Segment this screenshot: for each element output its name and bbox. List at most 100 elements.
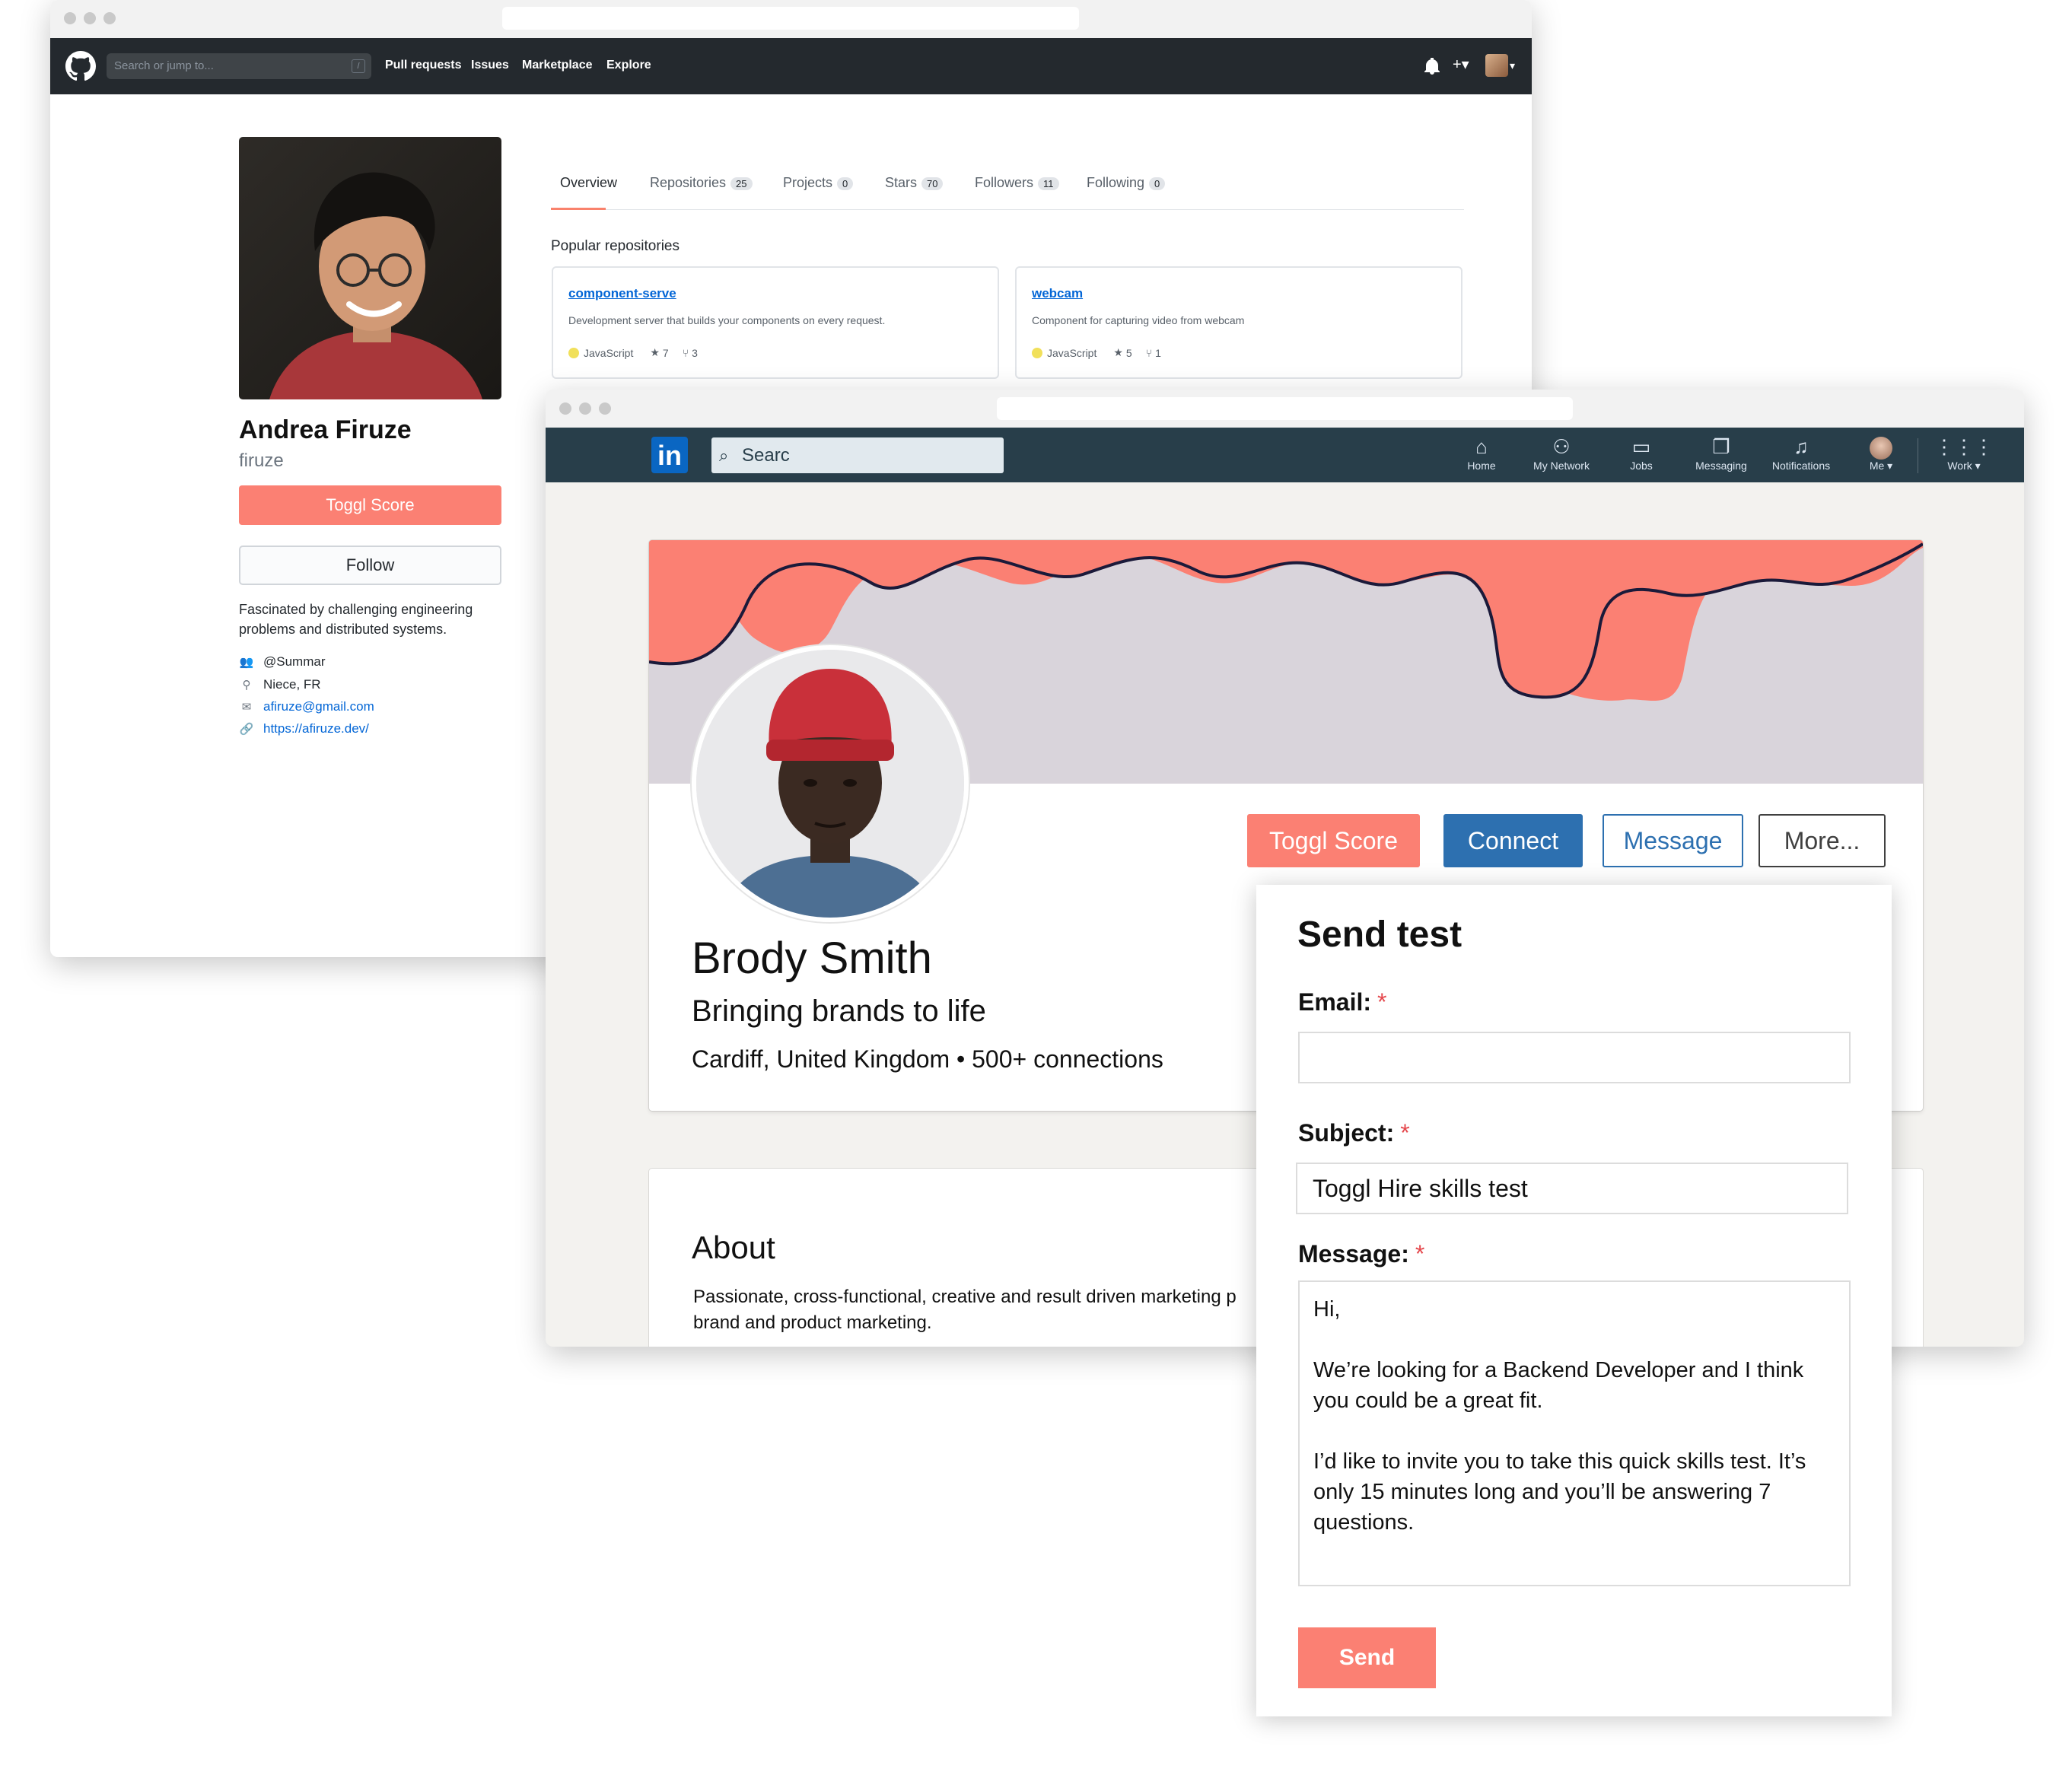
home-icon: ⌂ (1475, 435, 1488, 458)
repo-language: JavaScript (584, 346, 634, 359)
profile-org: 👥 @Summar (239, 654, 326, 670)
nav-work[interactable]: ⋮⋮⋮ Work ▾ (1926, 434, 2002, 472)
required-asterisk: * (1400, 1119, 1410, 1147)
message-field[interactable]: Hi, We’re looking for a Backend Develope… (1298, 1280, 1851, 1586)
me-avatar (1843, 434, 1919, 460)
website-link[interactable]: https://afiruze.dev/ (263, 721, 369, 736)
github-search-input[interactable]: Search or jump to... / (107, 53, 371, 79)
nav-marketplace[interactable]: Marketplace (522, 59, 593, 72)
github-logo-icon[interactable] (65, 51, 96, 81)
message-button[interactable]: Message (1603, 814, 1743, 867)
tab-label: Repositories (650, 175, 727, 190)
nav-label: Messaging (1695, 460, 1747, 472)
linkedin-search-input[interactable]: ⌕ Searc (711, 437, 1004, 473)
search-icon: ⌕ (719, 446, 729, 465)
toggl-score-button[interactable]: Toggl Score (1247, 814, 1420, 867)
email-field[interactable] (1298, 1032, 1851, 1083)
window-close-dot[interactable] (559, 402, 571, 415)
chevron-down-icon[interactable]: ▾ (1510, 59, 1515, 72)
people-icon: 👥 (239, 656, 254, 669)
profile-headline: Bringing brands to life (692, 994, 986, 1028)
address-bar[interactable] (997, 397, 1573, 420)
about-line: Passionate, cross-functional, creative a… (693, 1287, 1237, 1307)
tab-label: Followers (975, 175, 1034, 190)
tab-overview[interactable]: Overview (560, 175, 617, 191)
tab-stars[interactable]: Stars 70 (885, 175, 944, 191)
tab-count: 11 (1038, 177, 1059, 190)
repo-forks: 3 (692, 346, 698, 359)
nav-me[interactable]: Me ▾ (1843, 434, 1919, 472)
window-close-dot[interactable] (64, 12, 76, 24)
nav-label: Work (1947, 460, 1972, 472)
label-text: Subject: (1298, 1119, 1395, 1147)
org-text: @Summar (263, 654, 326, 669)
repo-description: Development server that builds your comp… (568, 314, 886, 326)
window-minimize-dot[interactable] (579, 402, 591, 415)
bell-icon: ♫ (1794, 435, 1809, 458)
required-asterisk: * (1415, 1240, 1425, 1268)
nav-label: Me (1869, 460, 1885, 472)
briefcase-icon: ▭ (1631, 435, 1651, 458)
chevron-down-icon: ▾ (1887, 460, 1893, 472)
nav-notifications[interactable]: ♫ Notifications (1763, 434, 1839, 472)
more-button[interactable]: More... (1758, 814, 1886, 867)
follow-button[interactable]: Follow (239, 546, 501, 585)
nav-home[interactable]: ⌂ Home (1443, 434, 1520, 472)
nav-pull-requests[interactable]: Pull requests (385, 59, 461, 72)
tab-count: 0 (837, 177, 854, 190)
toggl-score-button[interactable]: Toggl Score (239, 485, 501, 525)
linkedin-logo[interactable]: in (651, 437, 688, 473)
tab-label: Stars (885, 175, 918, 190)
email-label: Email: * (1298, 988, 1386, 1016)
profile-photo (239, 137, 501, 399)
address-bar[interactable] (502, 7, 1079, 30)
about-line: brand and product marketing. (693, 1312, 932, 1333)
send-button[interactable]: Send (1298, 1627, 1436, 1688)
window-maximize-dot[interactable] (103, 12, 116, 24)
repo-name-link[interactable]: webcam (1032, 286, 1083, 301)
about-title: About (692, 1229, 775, 1265)
tab-following[interactable]: Following 0 (1087, 175, 1166, 191)
mail-icon: ✉ (241, 701, 252, 714)
language-color-dot (568, 347, 579, 358)
nav-label: My Network (1533, 460, 1590, 472)
messaging-icon: ❐ (1712, 435, 1730, 458)
repo-meta: JavaScript ★ 5 ⑂ 1 (1032, 346, 1161, 359)
repo-description: Component for capturing video from webca… (1032, 314, 1245, 326)
window-maximize-dot[interactable] (599, 402, 611, 415)
profile-location-connections: Cardiff, United Kingdom • 500+ connectio… (692, 1045, 1163, 1073)
tab-repositories[interactable]: Repositories 25 (650, 175, 753, 191)
repo-name-link[interactable]: component-serve (568, 286, 676, 301)
nav-explore[interactable]: Explore (606, 59, 651, 72)
tab-selected-indicator (551, 208, 606, 210)
star-icon: ★ (650, 346, 660, 358)
profile-name: Brody Smith (692, 934, 932, 983)
tab-label: Projects (783, 175, 833, 190)
grid-icon: ⋮⋮⋮ (1934, 435, 1994, 458)
tab-count: 25 (730, 177, 753, 190)
nav-my-network[interactable]: ⚇ My Network (1523, 434, 1599, 472)
profile-bio: Fascinated by challenging engineering pr… (239, 602, 473, 637)
send-test-modal: Send test Email:* Subject:* Message:* Hi… (1256, 885, 1892, 1716)
user-avatar[interactable] (1485, 54, 1508, 77)
location-pin-icon: ⚲ (242, 679, 251, 692)
repo-meta: JavaScript ★ 7 ⑂ 3 (568, 346, 698, 359)
tab-projects[interactable]: Projects 0 (783, 175, 854, 191)
connect-button[interactable]: Connect (1443, 814, 1583, 867)
chevron-down-icon: ▾ (1975, 460, 1981, 472)
nav-issues[interactable]: Issues (471, 59, 509, 72)
tab-followers[interactable]: Followers 11 (975, 175, 1059, 191)
nav-label: Jobs (1630, 460, 1653, 472)
nav-jobs[interactable]: ▭ Jobs (1603, 434, 1679, 472)
subject-label: Subject: * (1298, 1119, 1410, 1147)
tab-label: Overview (560, 175, 618, 190)
subject-field[interactable] (1296, 1163, 1848, 1214)
email-link[interactable]: afiruze@gmail.com (263, 699, 374, 714)
bell-icon[interactable] (1424, 58, 1440, 75)
window-minimize-dot[interactable] (84, 12, 96, 24)
nav-label: Notifications (1771, 460, 1831, 472)
language-color-dot (1032, 347, 1042, 358)
nav-messaging[interactable]: ❐ Messaging (1683, 434, 1759, 472)
repo-card: webcam Component for capturing video fro… (1015, 266, 1462, 379)
plus-dropdown-icon[interactable]: +▾ (1453, 55, 1469, 74)
